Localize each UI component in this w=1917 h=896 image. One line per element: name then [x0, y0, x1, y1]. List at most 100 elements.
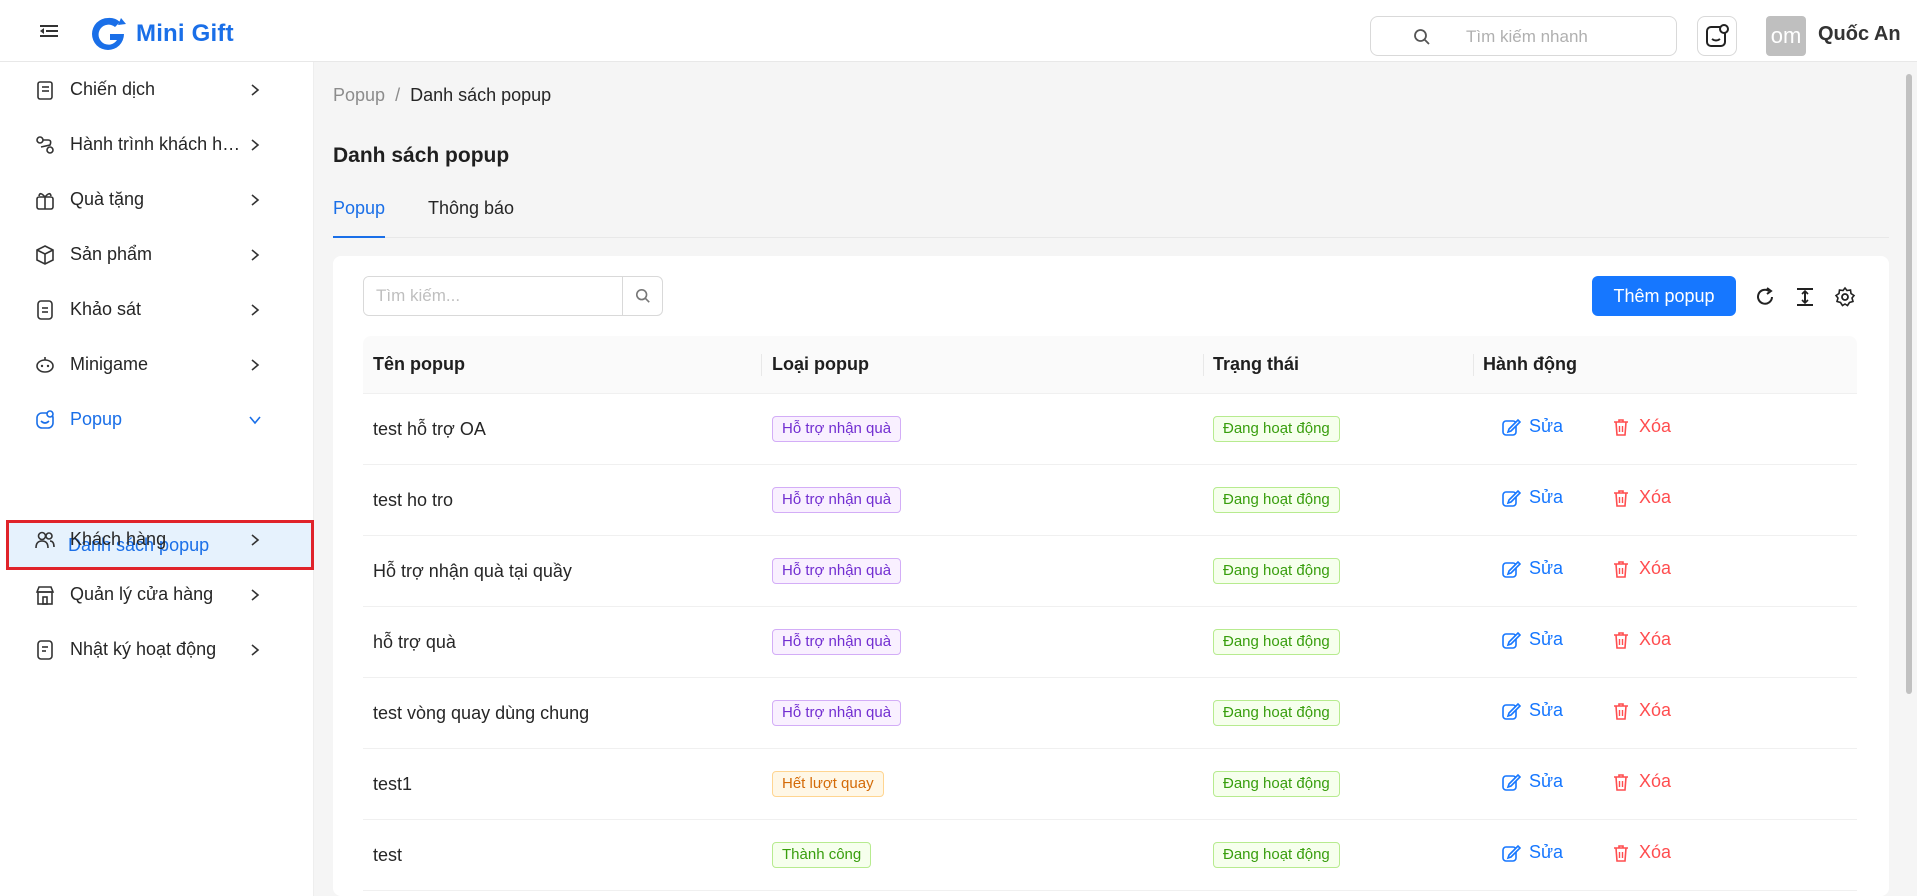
chevron-right-icon: [251, 588, 260, 601]
journey-icon: [36, 135, 54, 154]
sidebar-item-label: Quản lý cửa hàng: [70, 584, 214, 604]
quick-search-input[interactable]: [1466, 25, 1666, 49]
log-icon: [37, 639, 53, 660]
chevron-right-icon: [251, 358, 260, 371]
sidebar-item-label: Khách hàng: [70, 529, 167, 549]
edit-button[interactable]: Sửa: [1501, 558, 1563, 579]
edit-label: Sửa: [1529, 416, 1564, 436]
table-search-input[interactable]: [364, 277, 623, 315]
edit-button[interactable]: Sửa: [1501, 416, 1563, 437]
column-header-name[interactable]: Tên popup: [373, 354, 465, 375]
delete-button[interactable]: Xóa: [1611, 842, 1671, 863]
table-row: test ho tro Hỗ trợ nhận quà Đang hoạt độ…: [363, 465, 1857, 536]
edit-button[interactable]: Sửa: [1501, 771, 1563, 792]
delete-button[interactable]: Xóa: [1611, 771, 1671, 792]
column-header-type[interactable]: Loại popup: [772, 354, 869, 375]
trash-icon: [1614, 702, 1628, 720]
edit-label: Sửa: [1529, 487, 1564, 507]
notification-button[interactable]: [1697, 16, 1737, 56]
main-content: Popup / Danh sách popup Danh sách popup …: [314, 62, 1914, 896]
popup-type-tag: Hỗ trợ nhận quà: [772, 558, 902, 584]
sidebar-item-survey[interactable]: Khảo sát: [0, 282, 314, 337]
trash-icon: [1614, 844, 1628, 862]
breadcrumb-root[interactable]: Popup: [333, 85, 385, 106]
sidebar-item-product[interactable]: Sản phẩm: [0, 227, 314, 282]
edit-icon: [1502, 773, 1521, 791]
page-scrollbar[interactable]: [1906, 74, 1912, 694]
status-badge: Đang hoạt động: [1213, 629, 1340, 655]
edit-icon: [1502, 489, 1521, 507]
sidebar-item-minigame[interactable]: Minigame: [0, 337, 314, 392]
delete-button[interactable]: Xóa: [1611, 487, 1671, 508]
box-icon: [36, 244, 54, 265]
column-divider: [1203, 354, 1204, 376]
user-name[interactable]: Quốc An: [1818, 23, 1901, 46]
sidebar-item-popup[interactable]: Popup: [0, 392, 314, 447]
sidebar: Chiến dịch Hành trình khách hàng Quà tặn…: [0, 62, 314, 896]
edit-label: Sửa: [1529, 558, 1564, 578]
chevron-right-icon: [251, 303, 260, 316]
delete-button[interactable]: Xóa: [1611, 629, 1671, 650]
table-row: test1 Hết lượt quay Đang hoạt động Sửa X…: [363, 749, 1857, 820]
menu-fold-icon[interactable]: [38, 22, 60, 40]
logo-text: Mini Gift: [136, 20, 234, 47]
edit-label: Sửa: [1529, 842, 1564, 862]
add-popup-button[interactable]: Thêm popup: [1592, 276, 1736, 316]
status-badge: Đang hoạt động: [1213, 842, 1340, 868]
chevron-right-icon: [251, 138, 260, 151]
trash-icon: [1614, 418, 1628, 436]
sidebar-item-gift[interactable]: Quà tặng: [0, 172, 314, 227]
status-badge: Đang hoạt động: [1213, 487, 1340, 513]
column-header-actions[interactable]: Hành động: [1483, 354, 1577, 375]
table-row: test hỗ trợ OA Hỗ trợ nhận quà Đang hoạt…: [363, 394, 1857, 465]
avatar[interactable]: om: [1766, 16, 1806, 56]
sidebar-item-label: Sản phẩm: [70, 244, 153, 264]
sidebar-item-customers[interactable]: Khách hàng: [0, 512, 314, 567]
settings-icon[interactable]: [1834, 286, 1856, 308]
table-search-button[interactable]: [622, 277, 662, 315]
search-icon: [635, 288, 650, 303]
breadcrumb-current: Danh sách popup: [410, 85, 552, 105]
sidebar-item-activity-log[interactable]: Nhật ký hoạt động: [0, 622, 314, 677]
sidebar-item-label: Popup: [70, 409, 123, 429]
column-header-status[interactable]: Trạng thái: [1213, 354, 1299, 375]
chevron-right-icon: [251, 193, 260, 206]
status-badge: Đang hoạt động: [1213, 416, 1340, 442]
edit-label: Sửa: [1529, 771, 1564, 791]
delete-label: Xóa: [1639, 487, 1672, 507]
edit-label: Sửa: [1529, 700, 1564, 720]
gift-icon: [36, 192, 54, 210]
survey-icon: [37, 299, 53, 320]
delete-button[interactable]: Xóa: [1611, 558, 1671, 579]
chevron-right-icon: [251, 533, 260, 546]
edit-icon: [1502, 418, 1521, 436]
status-badge: Đang hoạt động: [1213, 558, 1340, 584]
logo[interactable]: Mini Gift: [88, 14, 234, 54]
popup-type-tag: Hết lượt quay: [772, 771, 884, 797]
quick-search: [1370, 16, 1677, 56]
edit-button[interactable]: Sửa: [1501, 487, 1563, 508]
column-divider: [1473, 354, 1474, 376]
popup-name: hỗ trợ quà: [373, 632, 456, 652]
notification-icon: [1706, 24, 1729, 47]
column-height-icon[interactable]: [1794, 286, 1816, 308]
popup-type-tag: Hỗ trợ nhận quà: [772, 700, 902, 726]
table-row: test Thành công Đang hoạt động Sửa Xóa: [363, 820, 1857, 891]
popup-type-tag: Hỗ trợ nhận quà: [772, 487, 902, 513]
trash-icon: [1614, 631, 1628, 649]
delete-button[interactable]: Xóa: [1611, 416, 1671, 437]
tab-popup[interactable]: Popup: [333, 198, 386, 238]
logo-mark-icon: [92, 17, 126, 50]
store-icon: [35, 585, 55, 605]
sidebar-item-store-management[interactable]: Quản lý cửa hàng: [0, 567, 314, 622]
sidebar-item-journey[interactable]: Hành trình khách hàng: [0, 117, 314, 172]
reload-icon[interactable]: [1754, 286, 1776, 308]
tab-notification[interactable]: Thông báo: [428, 198, 514, 238]
sidebar-item-label: Hành trình khách hàng: [70, 134, 245, 154]
status-badge: Đang hoạt động: [1213, 771, 1340, 797]
edit-button[interactable]: Sửa: [1501, 629, 1563, 650]
delete-button[interactable]: Xóa: [1611, 700, 1671, 721]
edit-button[interactable]: Sửa: [1501, 700, 1563, 721]
sidebar-item-campaign[interactable]: Chiến dịch: [0, 62, 314, 117]
edit-button[interactable]: Sửa: [1501, 842, 1563, 863]
